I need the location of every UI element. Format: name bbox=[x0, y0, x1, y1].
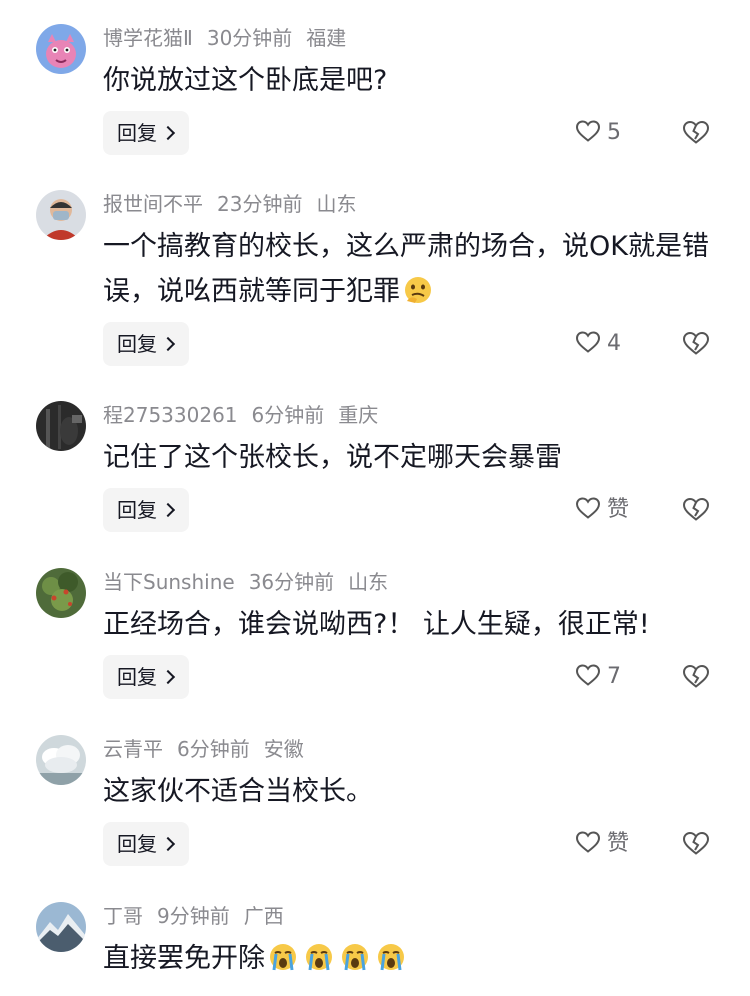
comment-time: 23分钟前 bbox=[217, 192, 303, 216]
heart-icon bbox=[575, 664, 607, 689]
loudly-crying-face-emoji bbox=[376, 942, 406, 972]
reply-label: 回复 bbox=[117, 665, 157, 689]
broken-heart-icon bbox=[682, 831, 710, 860]
reply-label: 回复 bbox=[117, 498, 157, 522]
avatar[interactable] bbox=[36, 24, 86, 74]
dislike-button[interactable] bbox=[682, 663, 710, 691]
comment-location: 重庆 bbox=[338, 403, 379, 427]
comment-text: 你说放过这个卧底是吧? bbox=[103, 65, 388, 96]
avatar[interactable] bbox=[36, 735, 86, 785]
comment-location: 广西 bbox=[243, 904, 284, 928]
like-count: 5 bbox=[607, 120, 621, 145]
comment-time: 36分钟前 bbox=[248, 570, 335, 594]
reply-button[interactable]: 回复 bbox=[103, 488, 189, 532]
comment-location: 山东 bbox=[348, 570, 389, 594]
chevron-right-icon bbox=[160, 502, 176, 518]
dislike-button[interactable] bbox=[682, 496, 710, 524]
comment-meta: 当下Sunshine 36分钟前 山东 bbox=[103, 568, 402, 596]
like-count: 赞 bbox=[607, 831, 630, 856]
comment-time: 6分钟前 bbox=[251, 403, 325, 427]
thinking-face-emoji bbox=[403, 275, 433, 305]
dislike-button[interactable] bbox=[682, 830, 710, 858]
like-count: 7 bbox=[607, 664, 621, 689]
reply-button[interactable]: 回复 bbox=[103, 111, 189, 155]
avatar[interactable] bbox=[36, 568, 86, 618]
like-button[interactable]: 4 bbox=[575, 329, 621, 359]
comment-time: 30分钟前 bbox=[206, 26, 293, 50]
broken-heart-icon bbox=[682, 497, 710, 526]
loudly-crying-face-emoji bbox=[268, 942, 298, 972]
avatar[interactable] bbox=[36, 902, 86, 952]
comment-text: 直接罢免开除 bbox=[103, 936, 713, 981]
comment-time: 9分钟前 bbox=[157, 904, 230, 928]
reply-label: 回复 bbox=[117, 121, 157, 145]
avatar[interactable] bbox=[36, 190, 86, 240]
heart-icon bbox=[575, 120, 607, 145]
reply-label: 回复 bbox=[117, 332, 157, 356]
chevron-right-icon bbox=[160, 125, 176, 141]
username[interactable]: 博学花猫Ⅱ bbox=[103, 26, 193, 50]
like-button[interactable]: 5 bbox=[575, 118, 621, 148]
chevron-right-icon bbox=[160, 669, 176, 685]
username[interactable]: 程275330261 bbox=[103, 403, 238, 427]
comment-text: 记住了这个张校长，说不定哪天会暴雷 bbox=[103, 442, 562, 473]
comment-meta: 博学花猫Ⅱ 30分钟前 福建 bbox=[103, 24, 360, 52]
dislike-button[interactable] bbox=[682, 330, 710, 358]
heart-icon bbox=[575, 331, 607, 356]
broken-heart-icon bbox=[682, 331, 710, 360]
comment-location: 福建 bbox=[306, 26, 347, 50]
like-button[interactable]: 赞 bbox=[575, 495, 629, 525]
chevron-right-icon bbox=[160, 336, 176, 352]
comment-text: 正经场合，谁会说呦西?！ 让人生疑，很正常! bbox=[103, 609, 650, 640]
chevron-right-icon bbox=[160, 836, 176, 852]
comment-text: 这家伙不适合当校长。 bbox=[103, 776, 373, 807]
like-button[interactable]: 7 bbox=[575, 662, 621, 692]
comment-meta: 报世间不平 23分钟前 山东 bbox=[103, 190, 370, 218]
comment-location: 安徽 bbox=[263, 737, 304, 761]
broken-heart-icon bbox=[682, 120, 710, 149]
comment-text-content: 直接罢免开除 bbox=[103, 943, 265, 974]
avatar[interactable] bbox=[36, 401, 86, 451]
dislike-button[interactable] bbox=[682, 119, 710, 147]
loudly-crying-face-emoji bbox=[304, 942, 334, 972]
heart-icon bbox=[575, 831, 607, 856]
username[interactable]: 当下Sunshine bbox=[103, 570, 235, 594]
comment-location: 山东 bbox=[316, 192, 357, 216]
reply-button[interactable]: 回复 bbox=[103, 322, 189, 366]
loudly-crying-face-emoji bbox=[340, 942, 370, 972]
comment-meta: 云青平 6分钟前 安徽 bbox=[103, 735, 318, 763]
username[interactable]: 云青平 bbox=[103, 737, 163, 761]
comment-meta: 程275330261 6分钟前 重庆 bbox=[103, 401, 392, 429]
comment-text: 一个搞教育的校长，这么严肃的场合，说OK就是错误，说吆西就等同于犯罪 bbox=[103, 224, 713, 314]
like-button[interactable]: 赞 bbox=[575, 829, 629, 859]
reply-label: 回复 bbox=[117, 832, 157, 856]
comment-meta: 丁哥 9分钟前 广西 bbox=[103, 902, 298, 930]
reply-button[interactable]: 回复 bbox=[103, 822, 189, 866]
heart-icon bbox=[575, 497, 607, 522]
broken-heart-icon bbox=[682, 664, 710, 693]
like-count: 4 bbox=[607, 331, 621, 356]
comment-time: 6分钟前 bbox=[177, 737, 250, 761]
username[interactable]: 丁哥 bbox=[103, 904, 143, 928]
username[interactable]: 报世间不平 bbox=[103, 192, 203, 216]
reply-button[interactable]: 回复 bbox=[103, 655, 189, 699]
like-count: 赞 bbox=[607, 497, 630, 522]
